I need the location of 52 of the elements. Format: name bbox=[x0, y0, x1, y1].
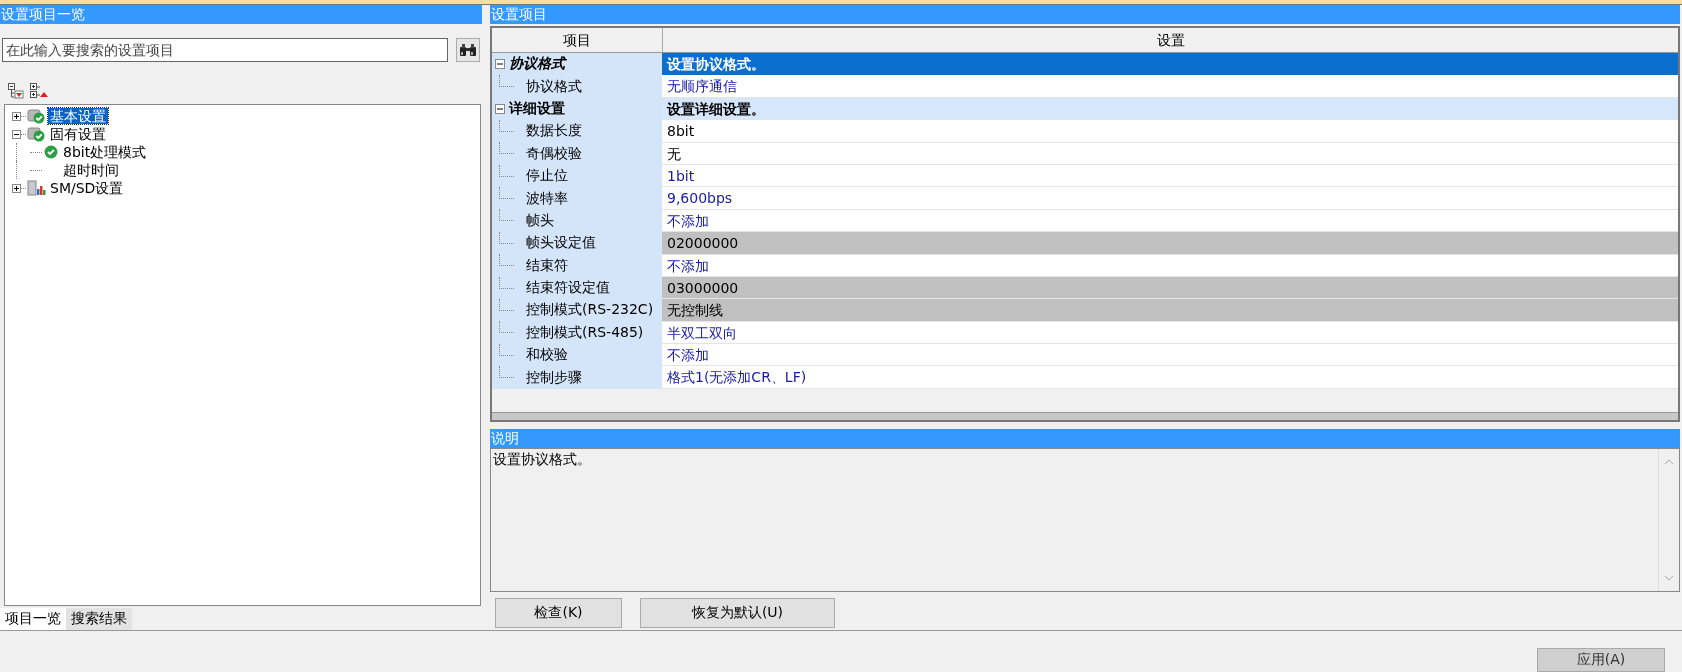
description-text: 设置协议格式。 bbox=[492, 450, 592, 469]
tree-item[interactable]: 基本设置 bbox=[48, 108, 108, 124]
expand-all-icon[interactable] bbox=[8, 83, 24, 99]
tree-item[interactable]: SM/SD设置 bbox=[48, 180, 126, 196]
group-description[interactable]: 设置详细设置。 bbox=[662, 97, 1678, 121]
search-field[interactable]: 在此输入要搜索的设置项目 bbox=[2, 38, 448, 62]
setting-value[interactable]: 1bit bbox=[662, 164, 1678, 188]
setting-value[interactable]: 不添加 bbox=[662, 344, 1678, 367]
panel-title: 说明 bbox=[490, 429, 1680, 448]
setting-name: 数据长度 bbox=[526, 122, 582, 141]
setting-value[interactable]: 不添加 bbox=[662, 254, 1678, 277]
setting-value[interactable]: 9,600bps bbox=[662, 187, 1678, 210]
tree-item[interactable]: 8bit处理模式 bbox=[61, 144, 149, 160]
setting-value[interactable]: 8bit bbox=[662, 120, 1678, 143]
tree-item[interactable]: 超时时间 bbox=[61, 162, 121, 178]
panel-title: 设置项目一览 bbox=[0, 5, 482, 24]
tab[interactable]: 搜索结果 bbox=[66, 608, 132, 630]
tree-item[interactable]: 固有设置 bbox=[48, 126, 108, 142]
setting-name: 控制模式(RS-232C) bbox=[526, 301, 654, 320]
setting-name: 控制步骤 bbox=[526, 368, 582, 387]
action-button[interactable]: 恢复为默认(U) bbox=[640, 598, 835, 628]
expander-icon[interactable] bbox=[12, 183, 21, 193]
action-button[interactable]: 检查(K) bbox=[495, 598, 622, 628]
group-description[interactable]: 设置协议格式。 bbox=[662, 53, 1678, 76]
setting-value[interactable]: 不添加 bbox=[662, 209, 1678, 233]
setting-name: 结束符设定值 bbox=[526, 279, 610, 298]
apply-button[interactable]: 应用(A) bbox=[1537, 648, 1665, 672]
setting-name: 奇偶校验 bbox=[526, 144, 582, 163]
search-button[interactable] bbox=[456, 38, 480, 62]
setting-name: 结束符 bbox=[526, 256, 568, 275]
binoculars-icon[interactable] bbox=[459, 43, 477, 57]
setting-name: 协议格式 bbox=[526, 77, 582, 96]
setting-value[interactable]: 无顺序通信 bbox=[662, 75, 1678, 98]
setting-name: 停止位 bbox=[526, 167, 568, 186]
setting-name: 控制模式(RS-485) bbox=[526, 323, 644, 342]
expander-icon[interactable] bbox=[12, 111, 21, 121]
collapse-icon[interactable] bbox=[495, 103, 505, 114]
tab[interactable]: 项目一览 bbox=[0, 608, 66, 630]
column-header: 项目 bbox=[492, 28, 663, 52]
setting-name: 帧头设定值 bbox=[526, 234, 596, 253]
setting-value[interactable]: 格式1(无添加CR、LF) bbox=[662, 366, 1678, 389]
setting-name: 波特率 bbox=[526, 189, 568, 208]
collapse-all-icon[interactable] bbox=[30, 83, 48, 99]
setting-name: 帧头 bbox=[526, 211, 554, 230]
setting-value[interactable]: 半双工双向 bbox=[662, 321, 1678, 345]
column-header: 设置 bbox=[1155, 31, 1186, 50]
setting-name: 和校验 bbox=[526, 346, 568, 365]
collapse-icon[interactable] bbox=[495, 59, 505, 70]
scrollbar[interactable] bbox=[492, 412, 1678, 420]
setting-value[interactable]: 无 bbox=[662, 142, 1678, 165]
expander-icon[interactable] bbox=[12, 129, 21, 139]
panel-title: 设置项目 bbox=[490, 5, 1680, 24]
